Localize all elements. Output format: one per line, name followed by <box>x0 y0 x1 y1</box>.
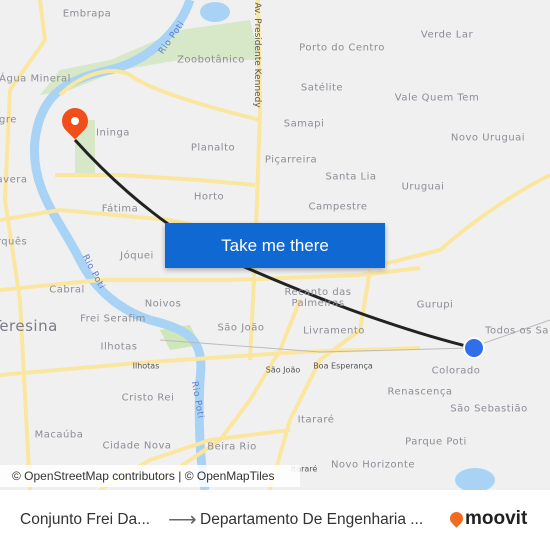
map-label: Noivos <box>144 298 182 310</box>
map-label: São Sebastião <box>450 403 528 415</box>
arrow-right-icon: ⟶ <box>168 509 197 531</box>
origin-location-dot[interactable] <box>463 337 485 359</box>
map-label: Novo Horizonte <box>330 459 416 471</box>
map-label: São João <box>217 322 265 334</box>
map-label: Recanto das Palmeiras <box>284 287 352 309</box>
lake <box>455 468 495 490</box>
map-label: Samapi <box>283 118 325 130</box>
map-label: São João <box>265 365 301 375</box>
map-label: Frei Serafim <box>80 313 146 325</box>
map-label: Macaúba <box>34 429 84 441</box>
map-label: Teresina <box>0 317 58 335</box>
lake <box>200 2 230 22</box>
map-label: Beira Rio <box>207 441 257 453</box>
destination-name: Departamento De Engenharia ... <box>200 511 424 528</box>
map-label: Campestre <box>308 201 368 213</box>
map-label: Porto do Centro <box>299 42 385 54</box>
map-label: Itararé <box>297 414 335 426</box>
map-label: Renascença <box>387 386 453 398</box>
map-label: Ilhotas <box>100 341 138 353</box>
map-label: Cidade Nova <box>102 440 172 452</box>
map-label: Horto <box>193 191 225 203</box>
map-label: rquês <box>0 236 28 248</box>
map-label: Av. Presidente Kennedy <box>252 2 262 108</box>
take-me-there-button[interactable]: Take me there <box>165 223 385 268</box>
moovit-pin-icon <box>447 509 466 528</box>
map-label: Colorado <box>431 365 481 377</box>
map-label: Todos os Sa <box>485 325 549 337</box>
map-label: Jóquei <box>120 250 154 262</box>
map[interactable]: Embrapa Rio Poti Av. Presidente Kennedy … <box>0 0 550 490</box>
map-label: Gurupi <box>416 299 454 311</box>
map-label: Livramento <box>303 325 365 337</box>
moovit-logo[interactable]: moovit <box>447 508 527 530</box>
map-label: Embrapa <box>62 8 112 20</box>
map-label: Cabral <box>49 284 85 296</box>
map-label: avera <box>0 174 28 186</box>
map-attribution[interactable]: © OpenStreetMap contributors | © OpenMap… <box>0 465 300 487</box>
map-label: gre <box>0 114 17 126</box>
map-label: Boa Esperança <box>313 361 373 371</box>
map-label: Verde Lar <box>420 29 474 41</box>
map-label: Uruguai <box>401 181 445 193</box>
map-label: Parque Poti <box>405 436 467 448</box>
map-label: Novo Uruguai <box>450 132 526 144</box>
map-label: Satélite <box>300 82 344 94</box>
map-label: Vale Quem Tem <box>394 92 480 104</box>
origin-name: Conjunto Frei Da... <box>20 511 151 528</box>
map-label: Água Mineral <box>0 73 71 85</box>
map-label: Ininga <box>96 127 130 139</box>
map-label: Ilhotas <box>132 361 160 371</box>
map-label: Piçarreira <box>264 154 318 166</box>
map-label: Santa Lia <box>325 171 377 183</box>
map-label: Fátima <box>101 203 139 215</box>
footer-bar: Conjunto Frei Da... ⟶ Departamento De En… <box>0 490 550 550</box>
map-label: Cristo Rei <box>121 392 175 404</box>
map-label: Planalto <box>190 142 236 154</box>
map-label: Zoobotânico <box>177 54 245 66</box>
